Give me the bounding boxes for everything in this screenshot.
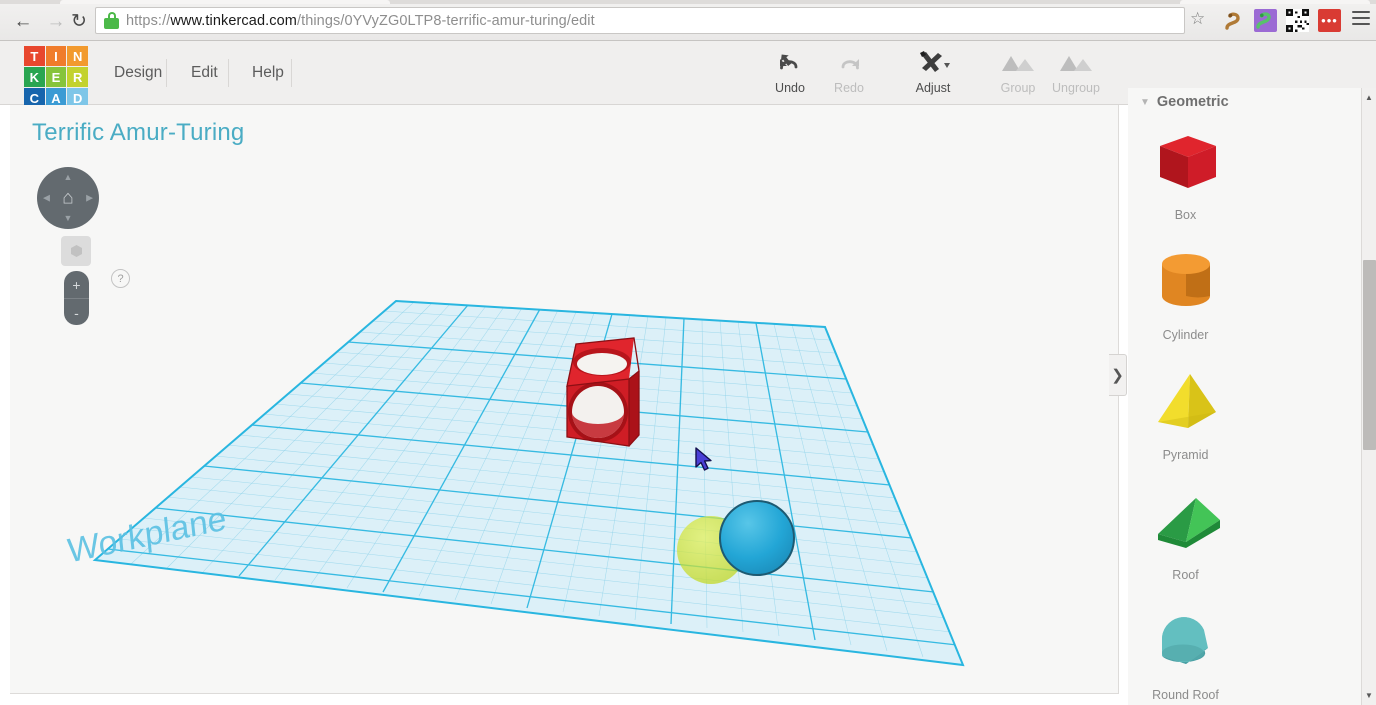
address-bar[interactable]: https://www.tinkercad.com/things/0YVyZG0… bbox=[95, 7, 1185, 34]
collapse-panel-button[interactable]: ❯ bbox=[1109, 354, 1127, 396]
home-view-icon[interactable]: ⌂ bbox=[62, 189, 73, 208]
nav-arrow-down[interactable]: ▼ bbox=[64, 214, 73, 223]
roof-shape-icon bbox=[1134, 476, 1237, 568]
round-roof-shape-icon bbox=[1134, 596, 1237, 688]
logo-tile-r: R bbox=[67, 67, 88, 87]
blue-sphere-selected bbox=[720, 501, 794, 575]
tinkercad-browser-window: ← → ↻ https://www.tinkercad.com/things/0… bbox=[0, 0, 1376, 705]
shape-item-roof[interactable]: Roof bbox=[1134, 476, 1237, 596]
group-icon bbox=[998, 49, 1038, 77]
zoom-in-button[interactable]: + bbox=[64, 271, 89, 299]
url-text: https://www.tinkercad.com/things/0YVyZG0… bbox=[126, 12, 595, 29]
shape-item-round-roof[interactable]: Round Roof bbox=[1134, 596, 1237, 705]
logo-tile-k: K bbox=[24, 67, 45, 87]
design-title[interactable]: Terrific Amur-Turing bbox=[32, 119, 244, 147]
nav-arrow-left[interactable]: ◀ bbox=[43, 193, 50, 203]
shape-label: Roof bbox=[1172, 568, 1199, 582]
extension-snake-purple-icon[interactable] bbox=[1254, 9, 1277, 32]
fit-to-view-icon[interactable] bbox=[61, 236, 91, 266]
workplane-surface bbox=[95, 301, 963, 665]
workplane-border bbox=[92, 299, 965, 667]
zoom-controls[interactable]: + - bbox=[64, 271, 89, 325]
caret-down-icon: ▼ bbox=[1140, 96, 1150, 108]
yellow-green-hole-circle bbox=[677, 516, 745, 584]
redo-button: Redo bbox=[812, 49, 886, 99]
menu-divider bbox=[166, 59, 167, 87]
logo-tile-i: I bbox=[45, 46, 67, 66]
tinkercad-logo[interactable]: T I N K E R C A D bbox=[24, 46, 88, 108]
view-navigation-pad[interactable]: ▲ ▼ ◀ ▶ ⌂ bbox=[37, 167, 99, 229]
workplane-3d-scene: Workplane bbox=[66, 299, 965, 667]
shape-library-panel: ▼ Geometric Box Cylinder Pyramid Roof Ro… bbox=[1128, 88, 1376, 705]
undo-label: Undo bbox=[775, 81, 805, 95]
scrollbar-thumb[interactable] bbox=[1363, 260, 1376, 450]
red-box-with-holes bbox=[566, 337, 640, 447]
browser-tab-inactive[interactable] bbox=[1180, 0, 1370, 4]
chrome-menu-icon[interactable] bbox=[1352, 11, 1370, 29]
group-label: Group bbox=[1000, 81, 1036, 95]
nav-arrow-up[interactable]: ▲ bbox=[64, 173, 73, 182]
extension-red-dots-icon[interactable]: ••• bbox=[1318, 9, 1341, 32]
logo-tile-t: T bbox=[24, 46, 45, 66]
pyramid-shape-icon bbox=[1134, 356, 1237, 448]
menu-divider bbox=[228, 59, 229, 87]
workplane-label: Workplane bbox=[66, 499, 228, 571]
undo-icon bbox=[777, 49, 803, 77]
ungroup-icon bbox=[1056, 49, 1096, 77]
library-scrollbar[interactable]: ▲ ▼ bbox=[1361, 88, 1376, 705]
adjust-icon bbox=[916, 49, 950, 77]
redo-icon bbox=[836, 49, 862, 77]
browser-toolbar: ← → ↻ https://www.tinkercad.com/things/0… bbox=[0, 0, 1376, 41]
shape-item-cylinder[interactable]: Cylinder bbox=[1134, 236, 1237, 356]
workplane-grid-lines bbox=[95, 301, 963, 665]
menu-divider bbox=[291, 59, 292, 87]
reload-icon[interactable]: ↻ bbox=[66, 8, 92, 34]
shape-label: Pyramid bbox=[1162, 448, 1209, 462]
adjust-label: Adjust bbox=[915, 81, 951, 95]
shape-label: Round Roof bbox=[1152, 688, 1219, 702]
sphere-selection-outline bbox=[719, 500, 795, 576]
extension-qr-code-icon[interactable] bbox=[1286, 9, 1309, 32]
logo-tile-e: E bbox=[45, 67, 67, 87]
shape-label: Box bbox=[1174, 208, 1197, 222]
cylinder-shape-icon bbox=[1134, 236, 1237, 328]
ungroup-button: Ungroup bbox=[1039, 49, 1113, 99]
nav-arrow-right[interactable]: ▶ bbox=[86, 193, 93, 203]
box-shape-icon bbox=[1134, 116, 1237, 208]
logo-tile-n: N bbox=[67, 46, 88, 66]
bookmark-star-icon[interactable]: ☆ bbox=[1190, 9, 1205, 29]
extension-snake-brown-icon[interactable] bbox=[1222, 9, 1245, 32]
scroll-down-arrow-icon[interactable]: ▼ bbox=[1362, 688, 1376, 703]
browser-tab[interactable] bbox=[60, 0, 390, 4]
library-section-label: Geometric bbox=[1156, 94, 1229, 110]
shape-item-pyramid[interactable]: Pyramid bbox=[1134, 356, 1237, 476]
redo-label: Redo bbox=[834, 81, 864, 95]
scroll-up-arrow-icon[interactable]: ▲ bbox=[1362, 90, 1376, 105]
shape-grid: Box Cylinder Pyramid Roof Round Roof bbox=[1128, 116, 1358, 705]
design-canvas[interactable]: Terrific Amur-Turing Workplane ▲ ▼ ◀ ▶ ⌂… bbox=[10, 105, 1119, 694]
ungroup-label: Ungroup bbox=[1052, 81, 1100, 95]
back-arrow-icon[interactable]: ← bbox=[10, 8, 36, 34]
menu-edit[interactable]: Edit bbox=[175, 41, 234, 105]
shape-item-box[interactable]: Box bbox=[1134, 116, 1237, 236]
secure-lock-icon bbox=[104, 12, 119, 29]
help-button[interactable]: ? bbox=[111, 269, 130, 288]
shape-label: Cylinder bbox=[1162, 328, 1209, 342]
library-section-geometric[interactable]: ▼ Geometric bbox=[1140, 94, 1229, 110]
adjust-button[interactable]: Adjust bbox=[896, 49, 970, 99]
zoom-out-button[interactable]: - bbox=[64, 299, 89, 325]
